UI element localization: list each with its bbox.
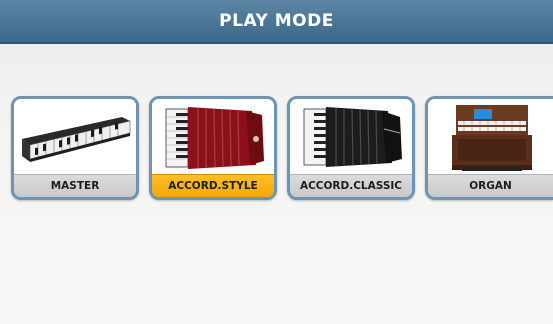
mode-label: ORGAN (428, 174, 553, 197)
keyboard-icon (14, 99, 136, 175)
mode-button-accord-style[interactable]: ACCORD.STYLE (149, 96, 277, 200)
mode-button-accord-classic[interactable]: ACCORD.CLASSIC (287, 96, 415, 200)
title-bar: PLAY MODE (0, 0, 553, 44)
mode-button-organ[interactable]: ORGAN (425, 96, 553, 200)
page-title: PLAY MODE (219, 11, 334, 31)
mode-label: ACCORD.STYLE (152, 174, 274, 197)
organ-icon (428, 99, 550, 175)
mode-label: MASTER (14, 174, 136, 197)
black-accordion-icon (290, 99, 412, 175)
mode-button-master[interactable]: MASTER (11, 96, 139, 200)
mode-label: ACCORD.CLASSIC (290, 174, 412, 197)
red-accordion-icon (152, 99, 274, 175)
